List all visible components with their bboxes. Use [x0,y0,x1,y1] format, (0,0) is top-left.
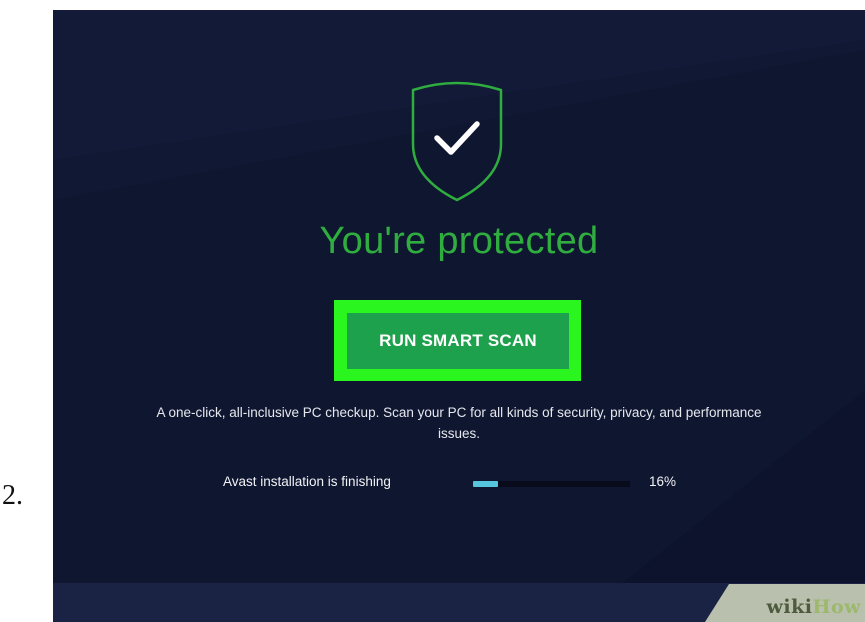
protection-status-heading: You're protected [319,220,599,262]
step-number: 2. [2,480,23,511]
installation-progress-bar [473,481,630,487]
avast-main-window: You're protected RUN SMART SCAN A one-cl… [53,10,865,622]
wikihow-watermark: wikiHow [705,584,865,622]
watermark-text: wikiHow [767,596,861,618]
shield-check-icon [405,78,509,204]
installation-progress-percent: 16% [649,474,677,489]
run-smart-scan-button[interactable]: RUN SMART SCAN [347,313,569,369]
bottom-bar: wikiHow [53,583,865,622]
scan-description: A one-click, all-inclusive PC checkup. S… [156,405,762,441]
watermark-prefix: wiki [766,596,813,618]
progress-fill [473,481,499,487]
watermark-suffix: How [812,596,861,618]
installation-status-label: Avast installation is finishing [223,474,391,489]
